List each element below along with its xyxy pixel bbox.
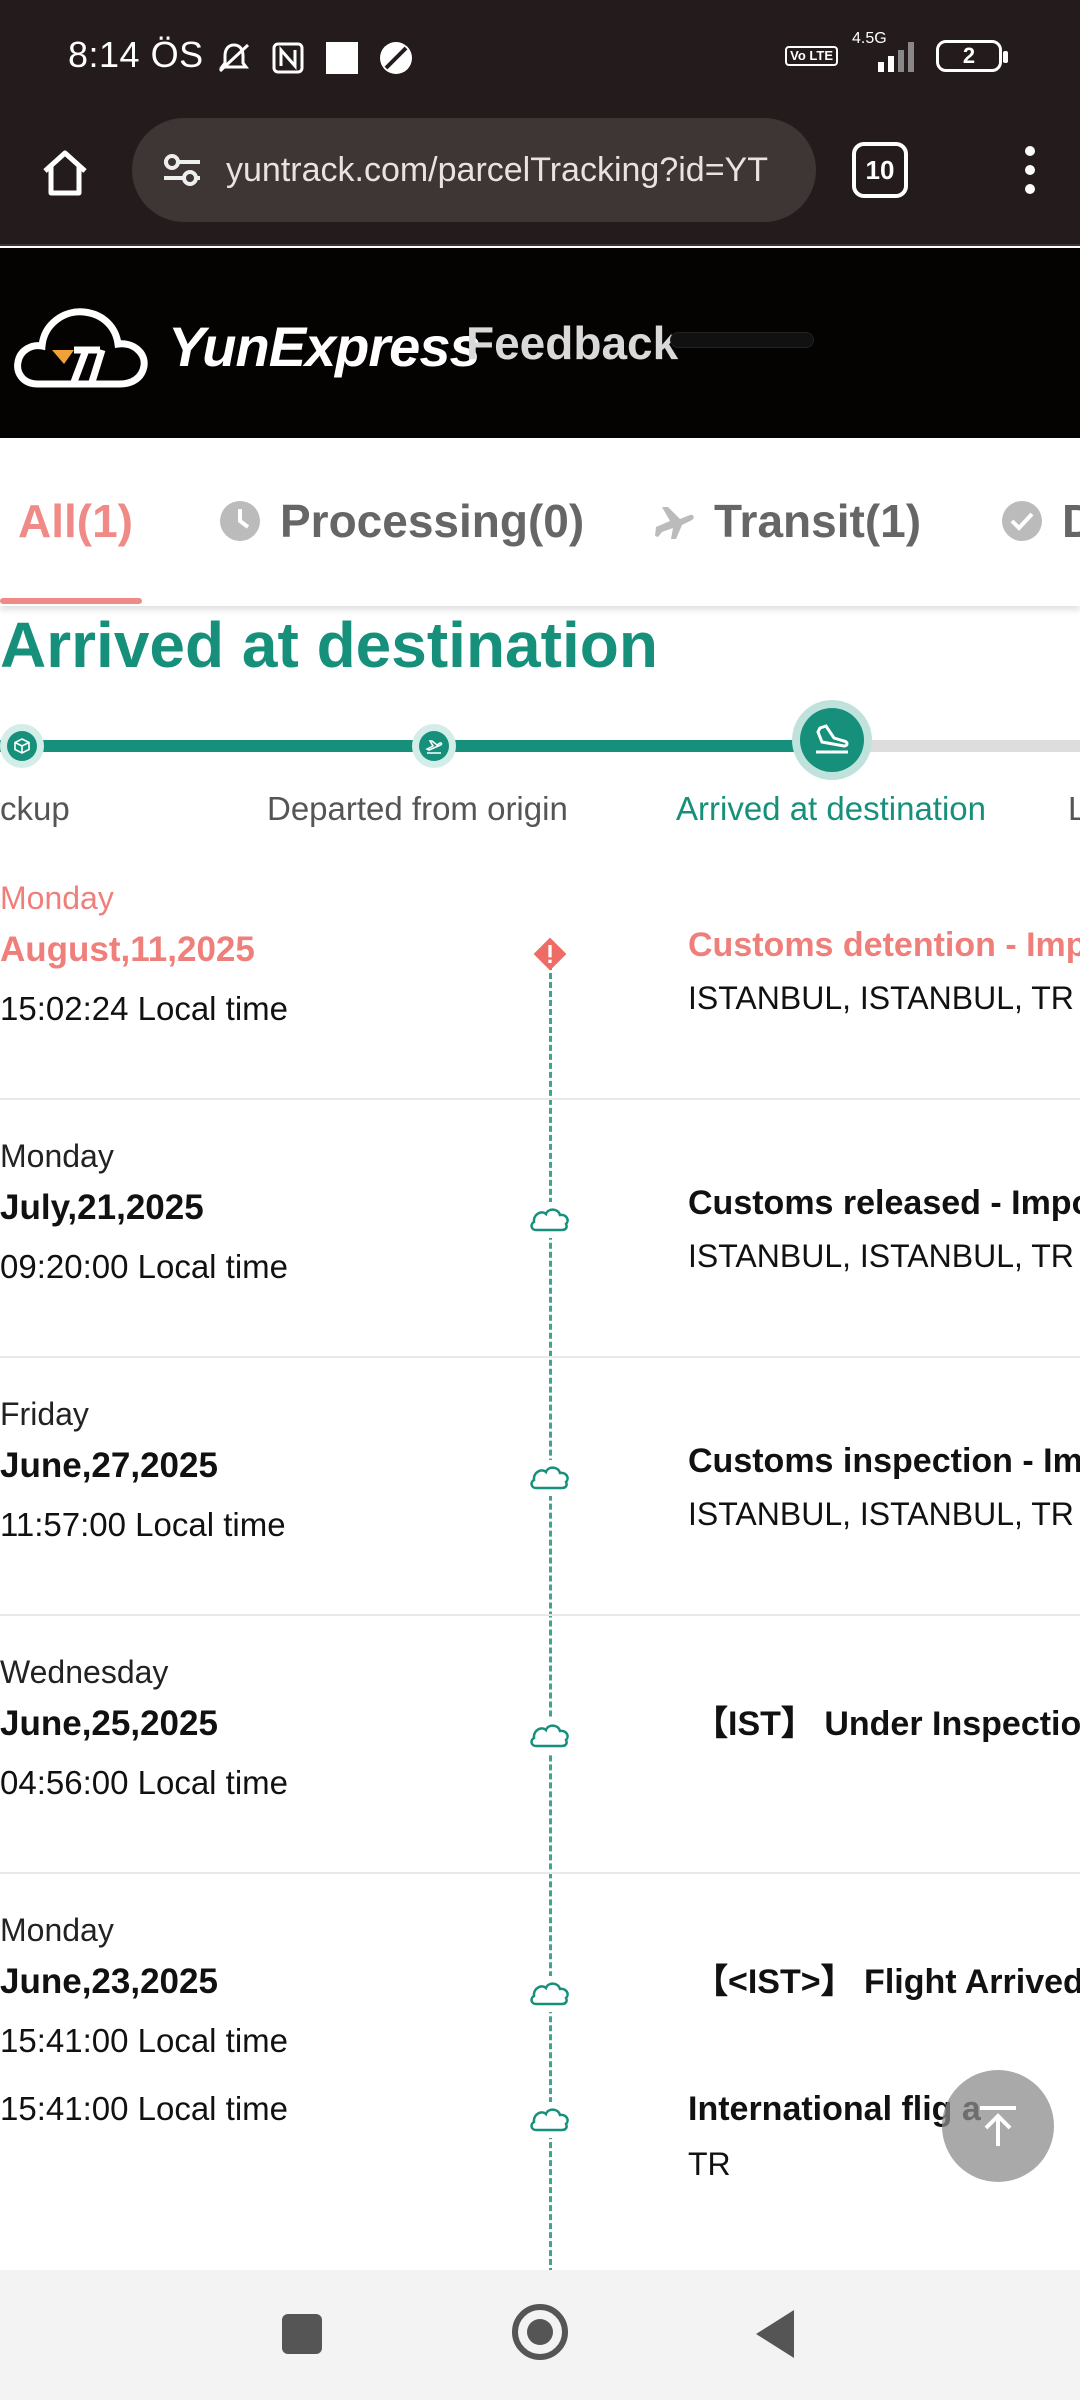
event-title: Customs released - Impo xyxy=(688,1184,1080,1222)
plane-landing-icon xyxy=(816,724,849,754)
back-to-top-button[interactable] xyxy=(942,2070,1054,2182)
cloud-icon xyxy=(528,1718,572,1754)
volte-badge: Vo LTE xyxy=(785,46,838,66)
event-title: 【<IST>】 Flight Arrived xyxy=(694,1963,1080,2001)
event-day: Monday xyxy=(0,880,114,916)
event-time: 04:56:00 Local time xyxy=(0,1764,289,1801)
cloud-icon xyxy=(528,1202,572,1238)
yunexpress-logo[interactable]: YunExpress xyxy=(12,298,481,394)
step-label-departed: Departed from origin xyxy=(267,790,568,827)
tab-label: Processing(0) xyxy=(280,495,585,547)
event-time: 11:57:00 Local time xyxy=(0,1506,286,1543)
signal-icon: 4.5G xyxy=(852,30,922,74)
step-pickup-dot xyxy=(0,724,44,768)
status-icons xyxy=(216,40,414,76)
event-title: Customs detention - Imp xyxy=(688,926,1080,964)
event-day: Monday xyxy=(0,1912,114,1948)
tab-switcher-button[interactable]: 10 xyxy=(852,142,908,198)
tab-all[interactable]: All(1) xyxy=(18,494,133,548)
status-bar: 8:14 ÖS Vo LTE 4.5G 2 xyxy=(0,0,1080,118)
home-nav-button[interactable] xyxy=(512,2304,568,2360)
feedback-link[interactable]: Feedback xyxy=(466,316,678,370)
site-settings-icon[interactable] xyxy=(160,150,204,190)
event-divider xyxy=(0,1356,1080,1358)
status-tabs: All(1) Processing(0) Transit(1) D xyxy=(0,438,1080,606)
event-divider xyxy=(0,1614,1080,1616)
browser-menu-button[interactable] xyxy=(1008,140,1052,200)
event-date: June,27,2025 xyxy=(0,1446,218,1485)
battery-icon: 2 xyxy=(936,40,1008,72)
system-nav-bar xyxy=(0,2270,1080,2400)
tab-label: Transit(1) xyxy=(714,495,922,547)
menu-dot xyxy=(1025,146,1035,156)
browser-toolbar: yuntrack.com/parcelTracking?id=YT 10 xyxy=(0,118,1080,246)
event-date: August,11,2025 xyxy=(0,930,255,969)
event-date: July,21,2025 xyxy=(0,1188,204,1227)
menu-dot xyxy=(1025,165,1035,175)
step-label-pickup: ckup xyxy=(0,790,70,827)
step-arrived-dot xyxy=(792,700,872,780)
site-header: YunExpress Feedback xyxy=(0,248,1080,438)
step-label-arrived: Arrived at destination xyxy=(676,790,987,827)
event-time: 15:41:00 Local time xyxy=(0,2090,289,2127)
cloud-icon xyxy=(528,2102,572,2138)
circle-slash-icon xyxy=(380,42,412,74)
event-date: June,23,2025 xyxy=(0,1962,218,2001)
tab-delivered[interactable]: D xyxy=(1000,494,1080,548)
event-title: 【IST】 Under Inspection xyxy=(694,1705,1080,1743)
event-location: ISTANBUL, ISTANBUL, TR xyxy=(688,980,1074,1016)
tab-label: D xyxy=(1062,495,1080,547)
event-time: 15:41:00 Local time xyxy=(0,2022,289,2059)
progress-tracker: ckup Departed from origin Arrived at des… xyxy=(0,700,1080,840)
tab-transit[interactable]: Transit(1) xyxy=(652,494,921,548)
cloud-icon xyxy=(528,1460,572,1496)
menu-dot xyxy=(1025,184,1035,194)
event-time: 15:02:24 Local time xyxy=(0,990,289,1027)
logo-text: YunExpress xyxy=(168,314,481,378)
event-location: ISTANBUL, ISTANBUL, TR xyxy=(688,1238,1074,1274)
clock-icon xyxy=(220,501,260,541)
plane-takeoff-icon xyxy=(425,740,443,754)
home-icon xyxy=(43,150,87,196)
tab-processing[interactable]: Processing(0) xyxy=(218,494,584,548)
home-dot-icon xyxy=(527,2319,553,2345)
recents-button[interactable] xyxy=(282,2314,322,2354)
timeline-line xyxy=(549,946,552,2270)
home-button[interactable] xyxy=(34,142,96,204)
airplane-icon xyxy=(655,507,694,539)
header-decoration xyxy=(670,332,814,348)
event-title: International flig a xyxy=(688,2090,981,2128)
check-circle-icon xyxy=(1002,501,1042,541)
cloud-icon xyxy=(528,1976,572,2012)
square-notification-icon xyxy=(326,42,358,74)
step-departed-dot xyxy=(412,724,456,768)
tracking-events: Monday August,11,2025 15:02:24 Local tim… xyxy=(0,860,1080,2270)
box-icon xyxy=(14,738,30,754)
status-right: Vo LTE 4.5G 2 xyxy=(785,30,1008,74)
event-divider xyxy=(0,1098,1080,1100)
arrow-up-to-line-icon xyxy=(980,2106,1016,2146)
event-divider xyxy=(0,1872,1080,1874)
tab-label: All(1) xyxy=(18,495,133,547)
event-location: TR xyxy=(688,2146,731,2182)
url-text[interactable]: yuntrack.com/parcelTracking?id=YT xyxy=(226,151,806,190)
silent-bell-icon xyxy=(218,43,250,73)
event-day: Monday xyxy=(0,1138,114,1174)
step-label-next: L xyxy=(1068,790,1080,827)
event-time: 09:20:00 Local time xyxy=(0,1248,289,1285)
event-title: Customs inspection - Im xyxy=(688,1442,1080,1480)
active-tab-indicator xyxy=(0,598,142,604)
event-day: Friday xyxy=(0,1396,89,1432)
current-status-heading: Arrived at destination xyxy=(0,609,658,681)
event-day: Wednesday xyxy=(0,1654,169,1690)
alert-diamond-icon xyxy=(533,937,567,971)
back-button[interactable] xyxy=(756,2310,794,2358)
address-bar[interactable]: yuntrack.com/parcelTracking?id=YT xyxy=(132,118,816,222)
cloud-logo-icon xyxy=(14,308,148,388)
event-date: June,25,2025 xyxy=(0,1704,218,1743)
nfc-icon xyxy=(272,42,304,74)
event-location: ISTANBUL, ISTANBUL, TR xyxy=(688,1496,1074,1532)
status-time: 8:14 ÖS xyxy=(68,34,204,75)
